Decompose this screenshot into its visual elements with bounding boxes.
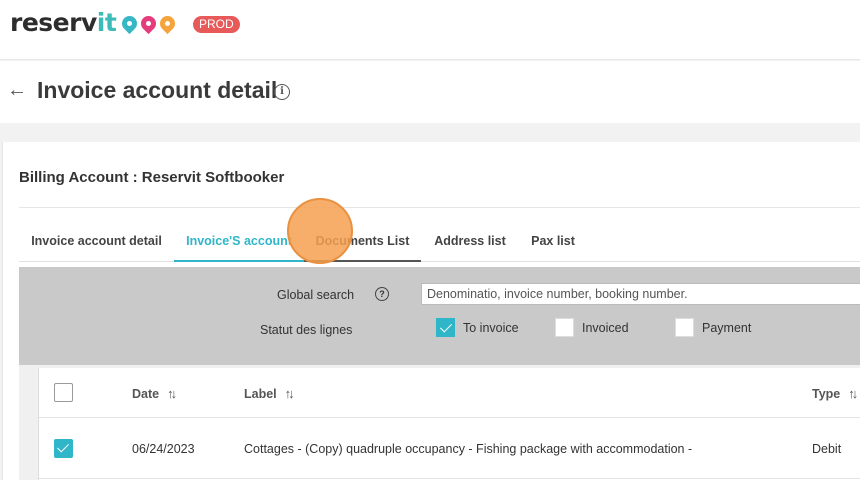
global-search-input[interactable] [421, 283, 860, 305]
to-invoice-checkbox[interactable] [436, 318, 455, 337]
reservit-logo[interactable]: reservit [10, 8, 179, 37]
billing-account-title: Billing Account : Reservit Softbooker [19, 169, 285, 186]
invoiced-checkbox[interactable] [555, 318, 574, 337]
row-checkbox[interactable] [54, 439, 73, 458]
page-header: ← Invoice account detail i [0, 61, 860, 123]
payment-label: Payment [702, 320, 752, 335]
top-bar: reservit PROD [0, 0, 860, 60]
column-label-label: Label [244, 386, 277, 401]
row-type: Debit [812, 442, 842, 456]
divider [19, 207, 860, 208]
invoiced-label: Invoiced [582, 320, 629, 335]
tab-bar: Invoice account detail Invoice'S account… [19, 220, 860, 262]
bed-pin-icon [119, 12, 141, 35]
filter-to-invoice[interactable]: To invoice [436, 318, 519, 337]
column-date-label: Date [132, 386, 160, 401]
table-row[interactable]: 06/24/2023 Cottages - (Copy) quadruple o… [39, 419, 860, 479]
to-invoice-label: To invoice [463, 320, 519, 335]
click-indicator [287, 198, 353, 264]
billing-account-card: Billing Account : Reservit Softbooker In… [2, 142, 860, 480]
clock-pin-icon [157, 12, 179, 35]
help-icon[interactable]: ? [375, 287, 389, 301]
global-search-label: Global search [277, 288, 355, 302]
sort-icon[interactable]: ↑↓ [848, 386, 858, 401]
tab-address-list[interactable]: Address list [421, 220, 519, 262]
filter-payment[interactable]: Payment [675, 318, 751, 337]
tab-invoices-account[interactable]: Invoice'S account [174, 220, 304, 262]
info-icon[interactable]: i [274, 84, 290, 100]
column-type[interactable]: Type ↑↓ [812, 386, 858, 401]
filter-panel: Global search ? Statut des lignes To inv… [19, 267, 860, 365]
column-label[interactable]: Label ↑↓ [244, 386, 295, 401]
select-all-checkbox[interactable] [54, 383, 73, 402]
tab-invoice-account-detail[interactable]: Invoice account detail [19, 220, 174, 262]
row-label: Cottages - (Copy) quadruple occupancy - … [244, 442, 693, 456]
sort-icon[interactable]: ↑↓ [167, 386, 177, 401]
arrow-left-icon[interactable]: ← [7, 79, 27, 102]
line-status-label: Statut des lignes [260, 323, 353, 337]
column-date[interactable]: Date ↑↓ [132, 386, 177, 401]
logo-text: reservit [10, 8, 117, 37]
payment-checkbox[interactable] [675, 318, 694, 337]
row-date: 06/24/2023 [132, 442, 195, 456]
filter-invoiced[interactable]: Invoiced [555, 318, 629, 337]
column-type-label: Type [812, 386, 841, 401]
environment-badge: PROD [193, 16, 240, 33]
tab-pax-list[interactable]: Pax list [519, 220, 587, 262]
table-container: Date ↑↓ Label ↑↓ Type ↑↓ 06/24/2023 Cott… [19, 365, 860, 480]
table-header-row: Date ↑↓ Label ↑↓ Type ↑↓ [39, 368, 860, 418]
invoice-lines-table: Date ↑↓ Label ↑↓ Type ↑↓ 06/24/2023 Cott… [38, 368, 860, 480]
page-title: Invoice account detail [37, 77, 278, 103]
sort-icon[interactable]: ↑↓ [285, 386, 295, 401]
restaurant-pin-icon [138, 12, 160, 35]
